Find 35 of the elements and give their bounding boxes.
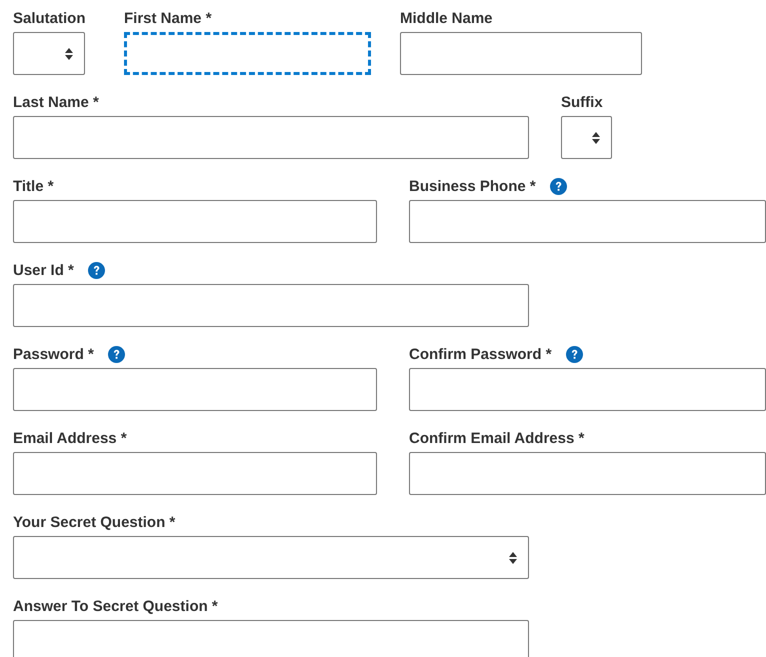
field-label: Answer To Secret Question * bbox=[13, 598, 218, 614]
input-field[interactable] bbox=[13, 200, 377, 243]
field-label: Password * bbox=[13, 346, 94, 362]
field-label: First Name * bbox=[124, 10, 212, 26]
input-field[interactable] bbox=[13, 368, 377, 411]
input-field[interactable] bbox=[124, 32, 371, 75]
field-label: Title * bbox=[13, 178, 54, 194]
input-field[interactable] bbox=[13, 620, 529, 657]
field-label: User Id * bbox=[13, 262, 74, 278]
field-label: Business Phone * bbox=[409, 178, 536, 194]
field-label: Confirm Password * bbox=[409, 346, 552, 362]
sort-arrows-icon bbox=[509, 552, 517, 564]
select-field[interactable] bbox=[561, 116, 612, 159]
field-label: Middle Name bbox=[400, 10, 493, 26]
sort-arrows-icon bbox=[592, 132, 600, 144]
field-label: Last Name * bbox=[13, 94, 99, 110]
input-field[interactable] bbox=[409, 452, 766, 495]
help-icon[interactable] bbox=[88, 262, 105, 278]
input-field[interactable] bbox=[409, 368, 766, 411]
sort-arrows-icon bbox=[65, 48, 73, 60]
field-label: Your Secret Question * bbox=[13, 514, 176, 530]
select-field[interactable] bbox=[13, 536, 529, 579]
help-icon[interactable] bbox=[566, 346, 583, 362]
field-label: Suffix bbox=[561, 94, 603, 110]
input-field[interactable] bbox=[13, 116, 529, 159]
field-label: Email Address * bbox=[13, 430, 127, 446]
select-field[interactable] bbox=[13, 32, 85, 75]
field-label: Salutation bbox=[13, 10, 86, 26]
help-icon[interactable] bbox=[550, 178, 567, 194]
input-field[interactable] bbox=[409, 200, 766, 243]
field-label: Confirm Email Address * bbox=[409, 430, 584, 446]
input-field[interactable] bbox=[13, 452, 377, 495]
input-field[interactable] bbox=[400, 32, 642, 75]
help-icon[interactable] bbox=[108, 346, 125, 362]
input-field[interactable] bbox=[13, 284, 529, 327]
